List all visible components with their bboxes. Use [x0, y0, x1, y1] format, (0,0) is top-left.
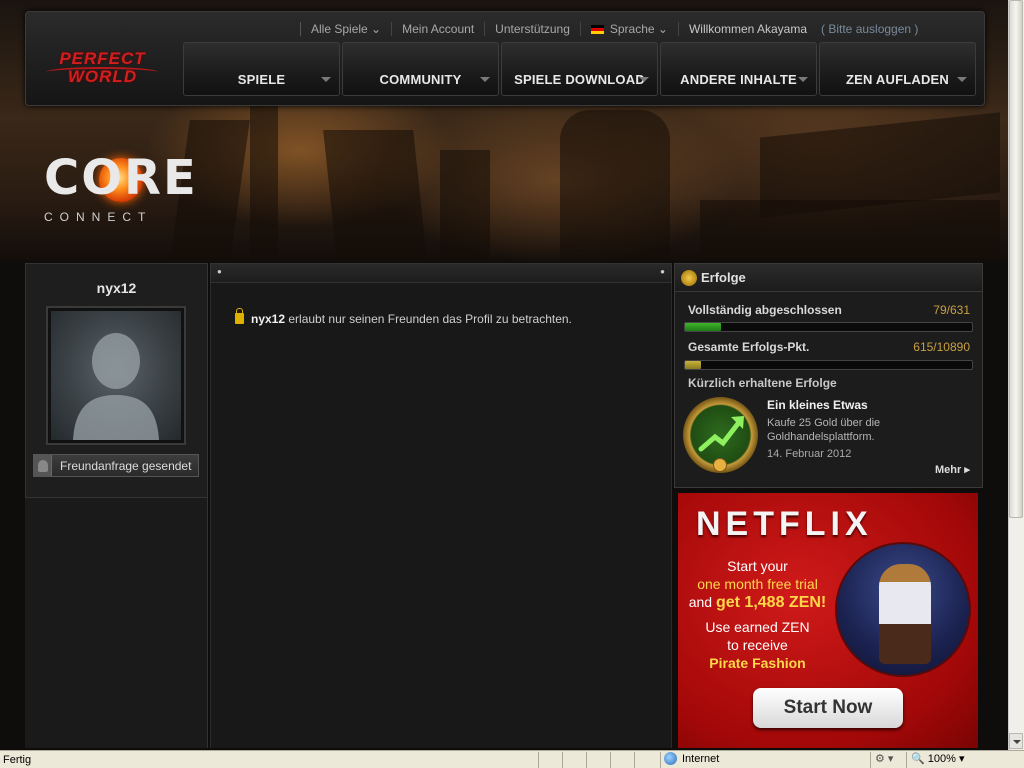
- ad-pirate-image: [835, 542, 971, 677]
- nav-spiele-download[interactable]: SPIELE DOWNLOAD: [501, 42, 658, 96]
- center-header: ● ●: [210, 263, 672, 283]
- nav-andere-inhalte[interactable]: ANDERE INHALTE: [660, 42, 817, 96]
- friend-request-button[interactable]: Freundanfrage gesendet: [33, 454, 199, 477]
- dropdown-arrow-icon: [798, 77, 808, 82]
- scroll-down-button[interactable]: [1009, 733, 1023, 749]
- zoom-control[interactable]: 🔍 100% ▾: [906, 751, 966, 768]
- privacy-username[interactable]: nyx12: [251, 312, 285, 326]
- medal-icon: [681, 269, 697, 286]
- points-progress-fill: [685, 361, 702, 369]
- top-links: Alle Spiele ⌄ Mein Account Unterstützung…: [300, 20, 980, 38]
- ad-line-4: Use earned ZEN: [705, 619, 810, 635]
- core-logo-sub: CONNECT: [44, 210, 153, 224]
- achievements-title: Erfolge: [701, 270, 746, 285]
- ad-line-2: one month free trial: [697, 576, 818, 592]
- completed-row: Vollständig abgeschlossen 79/631: [688, 303, 970, 317]
- silhouette-icon: [73, 333, 159, 440]
- completed-label: Vollständig abgeschlossen: [688, 303, 842, 317]
- user-icon: [34, 455, 52, 476]
- zoom-icon: 🔍: [911, 752, 925, 765]
- completed-progress-bar: [684, 322, 973, 332]
- ad-line-1: Start your: [727, 558, 788, 574]
- ad-line-6: Pirate Fashion: [709, 655, 806, 671]
- achievements-header: Erfolge: [675, 264, 982, 292]
- center-panel: [210, 283, 672, 748]
- ad-line-3: and get 1,488 ZEN!: [688, 594, 827, 611]
- avatar-frame: [46, 306, 186, 445]
- protected-mode-icon[interactable]: ⚙ ▾: [870, 751, 906, 768]
- all-games-link[interactable]: Alle Spiele ⌄: [300, 22, 391, 36]
- dot-icon: ●: [217, 267, 222, 276]
- completed-progress-fill: [685, 323, 721, 331]
- chevron-down-icon: ⌄: [657, 22, 668, 36]
- ad-line-5: to receive: [727, 637, 788, 653]
- status-cell: [562, 751, 586, 768]
- german-flag-icon: [590, 25, 604, 34]
- core-connect-logo[interactable]: CORE CONNECT: [44, 150, 196, 230]
- ad-netflix-logo: NETFLIX: [696, 505, 873, 543]
- scrollbar-thumb[interactable]: [1009, 0, 1023, 518]
- core-logo-word: CORE: [44, 150, 198, 206]
- pirate-figure: [879, 564, 931, 664]
- ad-text: Start your one month free trial and get …: [680, 557, 835, 672]
- status-cell: [610, 751, 634, 768]
- perfect-world-logo[interactable]: PERFECT WORLD: [40, 50, 165, 96]
- logo-swoosh-icon: [46, 67, 158, 77]
- nav-zen-aufladen[interactable]: ZEN AUFLADEN: [819, 42, 976, 96]
- points-progress-bar: [684, 360, 973, 370]
- privacy-text: erlaubt nur seinen Freunden das Profil z…: [288, 312, 572, 326]
- my-account-link[interactable]: Mein Account: [391, 22, 484, 36]
- nav-community[interactable]: COMMUNITY: [342, 42, 499, 96]
- welcome-text: Willkommen Akayama: [677, 22, 817, 36]
- avatar: [51, 311, 181, 440]
- dropdown-arrow-icon: [480, 77, 490, 82]
- dropdown-arrow-icon: [639, 77, 649, 82]
- main-nav: SPIELE COMMUNITY SPIELE DOWNLOAD ANDERE …: [183, 42, 979, 96]
- globe-icon: [664, 751, 677, 765]
- coin-icon: [713, 458, 727, 472]
- language-menu[interactable]: Sprache ⌄: [579, 22, 678, 36]
- lock-icon: [235, 308, 244, 324]
- status-cell: [586, 751, 610, 768]
- nav-spiele[interactable]: SPIELE: [183, 42, 340, 96]
- points-label: Gesamte Erfolgs-Pkt.: [688, 340, 810, 354]
- privacy-notice: nyx12 erlaubt nur seinen Freunden das Pr…: [235, 308, 572, 326]
- dropdown-arrow-icon: [321, 77, 331, 82]
- completed-value: 79/631: [933, 303, 970, 317]
- status-cell: [634, 751, 660, 768]
- friend-request-label: Freundanfrage gesendet: [60, 458, 192, 473]
- chevron-down-icon: ⌄: [371, 22, 382, 36]
- profile-username: nyx12: [96, 280, 137, 296]
- perfect-world-logo-line1: PERFECT: [59, 49, 146, 68]
- recent-achievement-date: 14. Februar 2012: [767, 448, 852, 460]
- recent-achievement-name[interactable]: Ein kleines Etwas: [767, 398, 868, 412]
- dot-icon: ●: [660, 267, 665, 276]
- recent-achievement-desc: Kaufe 25 Gold über die Goldhandelsplattf…: [767, 417, 881, 443]
- points-row: Gesamte Erfolgs-Pkt. 615/10890: [688, 340, 970, 354]
- dropdown-arrow-icon: [957, 77, 967, 82]
- security-zone[interactable]: Internet: [660, 751, 870, 768]
- more-link[interactable]: Mehr ▸: [935, 463, 970, 476]
- browser-status-bar: Fertig Internet ⚙ ▾ 🔍 100% ▾: [0, 750, 1024, 768]
- status-text: Fertig: [3, 753, 32, 766]
- start-now-button[interactable]: Start Now: [753, 688, 903, 728]
- achievement-badge-icon[interactable]: [683, 397, 758, 473]
- recent-achievements-label: Kürzlich erhaltene Erfolge: [688, 376, 837, 390]
- chevron-right-icon: ▸: [964, 464, 970, 476]
- status-cell: [538, 751, 562, 768]
- support-link[interactable]: Unterstützung: [484, 22, 580, 36]
- points-value: 615/10890: [913, 340, 970, 354]
- logout-link[interactable]: ( Bitte ausloggen ): [817, 22, 928, 36]
